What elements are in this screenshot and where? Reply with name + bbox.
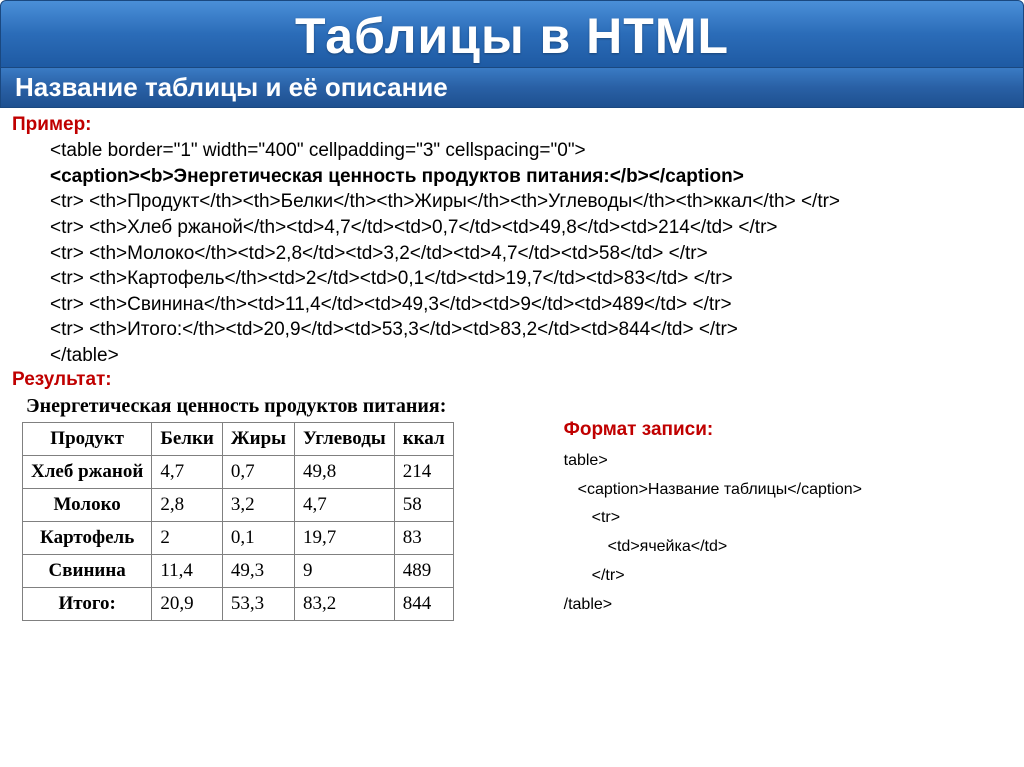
- code-line: <tr> <th>Итого:</th><td>20,9</td><td>53,…: [50, 317, 1012, 343]
- cell: 20,9: [152, 587, 223, 620]
- code-example: <table border="1" width="400" cellpaddin…: [12, 138, 1012, 369]
- table-header: Белки: [152, 422, 223, 455]
- format-label: Формат записи:: [564, 419, 862, 441]
- result-label: Результат:: [12, 369, 1012, 391]
- row-header: Свинина: [23, 554, 152, 587]
- slide-title: Таблицы в HTML: [1, 7, 1023, 65]
- cell: 489: [394, 554, 453, 587]
- slide-title-bar: Таблицы в HTML: [0, 0, 1024, 68]
- slide-subtitle: Название таблицы и её описание: [15, 72, 1009, 103]
- table-header: ккал: [394, 422, 453, 455]
- code-line: <tr> <th>Свинина</th><td>11,4</td><td>49…: [50, 292, 1012, 318]
- cell: 19,7: [295, 521, 395, 554]
- code-line: <tr> <th>Хлеб ржаной</th><td>4,7</td><td…: [50, 215, 1012, 241]
- table-header: Углеводы: [295, 422, 395, 455]
- row-header: Картофель: [23, 521, 152, 554]
- table-caption: Энергетическая ценность продуктов питани…: [26, 395, 454, 418]
- code-line: <tr> <th>Картофель</th><td>2</td><td>0,1…: [50, 266, 1012, 292]
- table-row: Молоко 2,8 3,2 4,7 58: [23, 488, 454, 521]
- row-header: Хлеб ржаной: [23, 455, 152, 488]
- cell: 49,3: [222, 554, 294, 587]
- format-line: </tr>: [564, 562, 862, 591]
- code-line: <tr> <th>Молоко</th><td>2,8</td><td>3,2<…: [50, 241, 1012, 267]
- code-line: <tr> <th>Продукт</th><th>Белки</th><th>Ж…: [50, 189, 1012, 215]
- format-line: <caption>Название таблицы</caption>: [564, 476, 862, 505]
- cell: 4,7: [152, 455, 223, 488]
- cell: 4,7: [295, 488, 395, 521]
- code-line: <caption><b>Энергетическая ценность прод…: [50, 164, 1012, 190]
- cell: 0,7: [222, 455, 294, 488]
- code-line: <table border="1" width="400" cellpaddin…: [50, 138, 1012, 164]
- cell: 214: [394, 455, 453, 488]
- format-template: table> <caption>Название таблицы</captio…: [564, 447, 862, 620]
- cell: 844: [394, 587, 453, 620]
- table-row: Картофель 2 0,1 19,7 83: [23, 521, 454, 554]
- table-row: Свинина 11,4 49,3 9 489: [23, 554, 454, 587]
- cell: 11,4: [152, 554, 223, 587]
- format-line: <td>ячейка</td>: [564, 533, 862, 562]
- cell: 83,2: [295, 587, 395, 620]
- table-row: Хлеб ржаной 4,7 0,7 49,8 214: [23, 455, 454, 488]
- cell: 83: [394, 521, 453, 554]
- format-line: table>: [564, 447, 862, 476]
- code-line: </table>: [50, 343, 1012, 369]
- cell: 49,8: [295, 455, 395, 488]
- cell: 2,8: [152, 488, 223, 521]
- slide-subtitle-bar: Название таблицы и её описание: [0, 68, 1024, 108]
- cell: 3,2: [222, 488, 294, 521]
- format-line: /table>: [564, 591, 862, 620]
- cell: 53,3: [222, 587, 294, 620]
- cell: 9: [295, 554, 395, 587]
- row-header: Итого:: [23, 587, 152, 620]
- cell: 0,1: [222, 521, 294, 554]
- cell: 58: [394, 488, 453, 521]
- table-header: Продукт: [23, 422, 152, 455]
- cell: 2: [152, 521, 223, 554]
- row-header: Молоко: [23, 488, 152, 521]
- table-header: Жиры: [222, 422, 294, 455]
- slide-content: Пример: <table border="1" width="400" ce…: [0, 108, 1024, 627]
- result-table: Продукт Белки Жиры Углеводы ккал Хлеб рж…: [22, 422, 454, 621]
- table-row: Итого: 20,9 53,3 83,2 844: [23, 587, 454, 620]
- format-line: <tr>: [564, 504, 862, 533]
- example-label: Пример:: [12, 114, 1012, 136]
- table-header-row: Продукт Белки Жиры Углеводы ккал: [23, 422, 454, 455]
